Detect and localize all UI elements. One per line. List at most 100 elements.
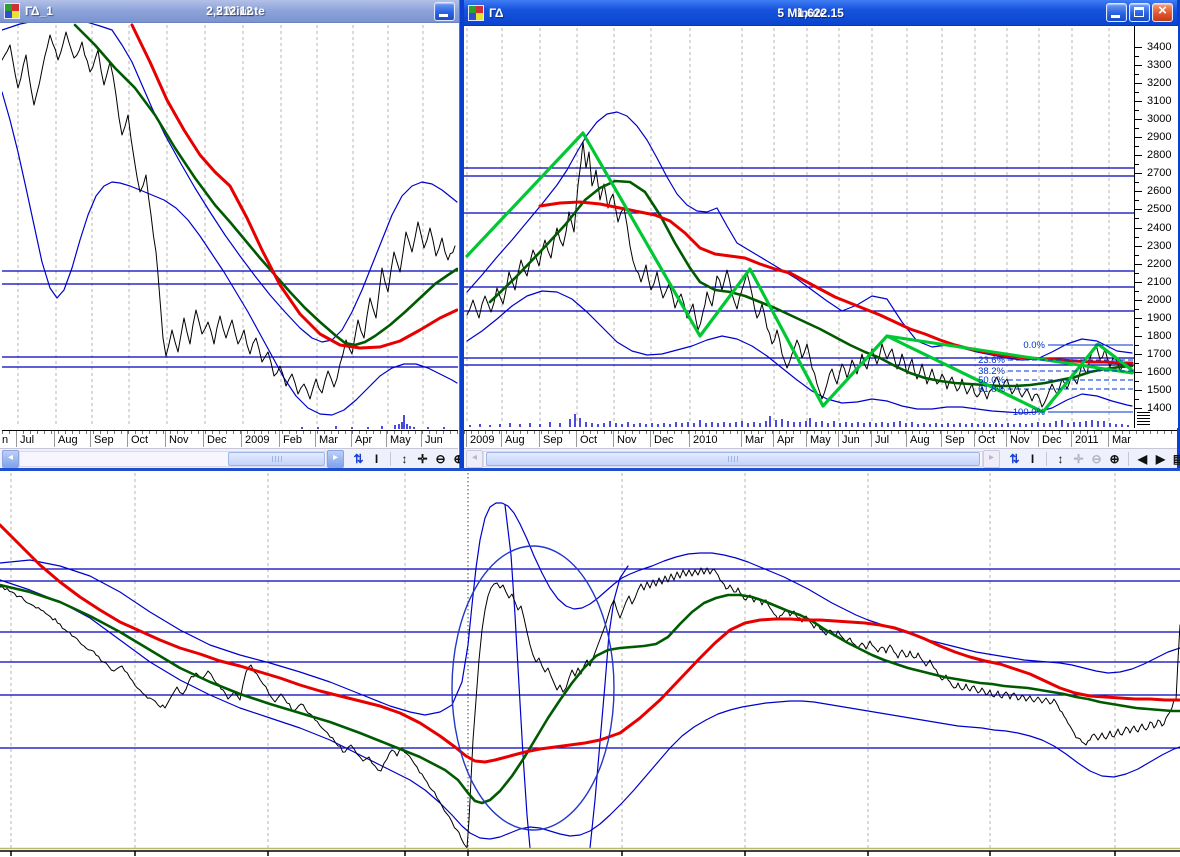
scrollbar-thumb[interactable] xyxy=(228,451,325,466)
zoom-out-tool-icon[interactable]: ⊖ xyxy=(432,452,449,466)
y-axis-label: 1900 xyxy=(1147,311,1172,324)
bottom-chart-canvas[interactable] xyxy=(0,471,1180,857)
x-axis-label: Oct xyxy=(580,434,598,446)
fib-level-label: 61.8% xyxy=(978,384,1005,395)
x-axis-label: 2011 xyxy=(1075,434,1099,446)
x-axis-label: Jul xyxy=(20,434,35,446)
y-axis-label: 2900 xyxy=(1147,131,1172,144)
minimize-button[interactable] xyxy=(434,1,455,21)
y-axis-label: 1800 xyxy=(1147,329,1172,342)
y-axis-minor-tick xyxy=(1135,398,1139,400)
x-axis-label: Jun xyxy=(842,434,860,446)
x-axis-label: Nov xyxy=(1010,434,1030,446)
y-axis-minor-tick xyxy=(1135,308,1139,310)
cursor-tool-icon[interactable]: I xyxy=(1024,452,1041,466)
x-axis-label: Dec xyxy=(207,434,227,446)
y-axis-tick xyxy=(1135,389,1142,391)
scrollbar-thumb[interactable] xyxy=(486,451,980,466)
bollinger-lower-series xyxy=(0,579,1180,840)
title-bar-right[interactable]: ΓΔ 1,622.15 5 Minute xyxy=(464,0,1177,26)
minimize-button[interactable] xyxy=(1105,3,1127,22)
close-button[interactable] xyxy=(1151,2,1173,22)
y-axis-tick xyxy=(1135,227,1142,229)
scroll-left-button[interactable]: ◂ xyxy=(2,449,19,468)
left-chart-canvas[interactable] xyxy=(2,23,458,430)
pan-tool-icon[interactable]: ✛ xyxy=(414,452,431,466)
y-axis-label: 3100 xyxy=(1147,95,1172,108)
x-axis-label: Nov xyxy=(617,434,637,446)
x-axis-tick xyxy=(806,431,807,447)
scrollbar-track[interactable] xyxy=(19,450,327,467)
list-tool-icon[interactable]: ▤ xyxy=(1170,452,1180,466)
y-axis-tick xyxy=(1135,209,1142,211)
bollinger-upper-series xyxy=(2,23,458,343)
scroll-right-button[interactable]: ▸ xyxy=(983,449,1000,468)
scrollbar-track[interactable] xyxy=(483,450,983,467)
refresh-tool-icon[interactable]: ⇅ xyxy=(1006,452,1023,466)
y-axis-tick xyxy=(1135,119,1142,121)
left-window-bottom-bar: ◂ ▸ ⇅ I ↕ ✛ ⊖ ⊕ xyxy=(0,448,464,468)
x-axis-label: May xyxy=(810,434,831,446)
y-axis-tick xyxy=(1135,191,1142,193)
x-axis-tick xyxy=(203,431,204,447)
x-axis-label: Mar xyxy=(319,434,338,446)
x-axis-label: 2009 xyxy=(245,434,270,446)
vertical-scale-tool-icon[interactable]: ↕ xyxy=(396,452,413,466)
y-axis-tick xyxy=(1135,245,1142,247)
x-axis-tick xyxy=(1071,431,1072,447)
maximize-button[interactable] xyxy=(1128,3,1150,22)
cursor-tool-icon[interactable]: I xyxy=(368,452,385,466)
right-chart-canvas[interactable]: 0.0%23.6%38.2%50.0%61.8%100.0% xyxy=(464,26,1134,428)
x-axis-left: n Jul Aug Sep Oct Nov Dec 2009 Feb Mar Apr May Jun xyxy=(2,430,458,449)
y-axis-label: 1500 xyxy=(1147,383,1172,396)
x-axis-label: Aug xyxy=(58,434,78,446)
trading-app-screen: ΓΔ_1 2,212.12 5 Minute n Jul Aug Sep Oct Nov D… xyxy=(0,0,1180,857)
y-axis-label: 1700 xyxy=(1147,347,1172,360)
next-tool-icon[interactable]: ▶ xyxy=(1152,452,1169,466)
y-axis-minor-tick xyxy=(1135,344,1139,346)
x-axis-label: n xyxy=(2,434,9,446)
x-axis-label: Sep xyxy=(543,434,563,446)
y-axis-label: 2000 xyxy=(1147,293,1172,306)
toolbar-separator xyxy=(1128,451,1129,466)
y-axis-label: 3300 xyxy=(1147,59,1172,72)
y-axis-tick xyxy=(1135,281,1142,283)
x-axis-tick xyxy=(941,431,942,447)
timeframe-label: 5 Minute xyxy=(777,5,827,20)
zoom-out-tool-icon[interactable]: ⊖ xyxy=(1088,452,1105,466)
scroll-left-button[interactable]: ◂ xyxy=(466,449,483,468)
y-axis-tick xyxy=(1135,317,1142,319)
ma-fast-series xyxy=(73,23,458,347)
x-axis-tick xyxy=(386,431,387,447)
right-window-bottom-bar: ◂ ▸ ⇅ I ↕ ✛ ⊖ ⊕ ◀ ▶ ▤ xyxy=(464,448,1180,468)
y-axis-minor-tick xyxy=(1135,218,1139,220)
left-chart-toolbar: ⇅ I ↕ ✛ ⊖ ⊕ xyxy=(350,451,467,466)
y-axis-minor-tick xyxy=(1135,128,1139,130)
x-axis-label: Mar xyxy=(1112,434,1131,446)
x-axis-tick xyxy=(1108,431,1109,447)
scroll-right-button[interactable]: ▸ xyxy=(327,449,344,468)
vertical-scale-tool-icon[interactable]: ↕ xyxy=(1052,452,1069,466)
price-axis[interactable]: 3400 3300 3200 3100 3000 2900 2800 2700 2600 2500… xyxy=(1134,26,1178,428)
refresh-tool-icon[interactable]: ⇅ xyxy=(350,452,367,466)
fib-level-label: 100.0% xyxy=(1013,407,1046,418)
y-axis-minor-tick xyxy=(1135,272,1139,274)
y-axis-tick xyxy=(1135,408,1142,409)
x-axis-label: Sep xyxy=(945,434,965,446)
chart-app-icon xyxy=(4,3,20,19)
y-axis-label: 2800 xyxy=(1147,149,1172,162)
x-axis-tick xyxy=(871,431,872,447)
x-axis-tick xyxy=(906,431,907,447)
pan-tool-icon[interactable]: ✛ xyxy=(1070,452,1087,466)
y-axis-tick xyxy=(1135,47,1142,48)
y-axis-label: 3000 xyxy=(1147,113,1172,126)
y-axis-label: 3400 xyxy=(1147,41,1172,53)
prev-tool-icon[interactable]: ◀ xyxy=(1134,452,1151,466)
bollinger-lower-series xyxy=(466,290,1133,414)
zoom-in-tool-icon[interactable]: ⊕ xyxy=(1106,452,1123,466)
y-axis-label: 2600 xyxy=(1147,185,1172,198)
timeframe-label: 5 Minute xyxy=(216,4,265,18)
y-axis-tick xyxy=(1135,299,1142,301)
title-bar-left[interactable]: ΓΔ_1 2,212.12 5 Minute xyxy=(0,0,459,23)
y-axis-tick xyxy=(1135,137,1142,139)
